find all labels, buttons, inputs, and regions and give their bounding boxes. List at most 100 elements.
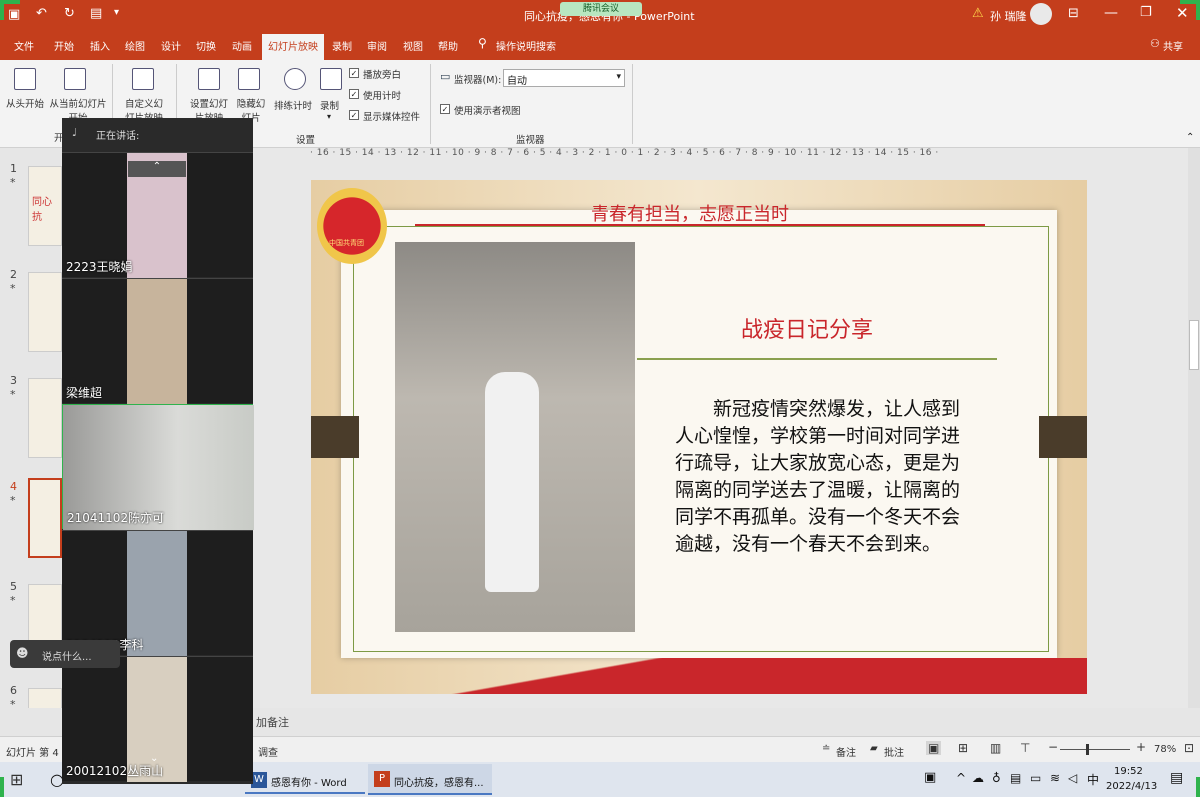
reading-view-icon[interactable]: ▥: [990, 741, 1001, 755]
qat-dropdown-icon[interactable]: ▾: [114, 7, 119, 18]
taskbar-word[interactable]: W 感恩有你 - Word: [245, 766, 365, 794]
restore-icon[interactable]: ❐: [1140, 5, 1152, 20]
fit-slide-icon[interactable]: ⊡: [1184, 741, 1194, 755]
emoji-icon[interactable]: ☻: [16, 646, 29, 660]
vertical-scrollbar[interactable]: [1188, 148, 1200, 708]
play-narration-checkbox[interactable]: ✓: [349, 68, 359, 78]
custom-show-icon[interactable]: [132, 68, 154, 90]
minimize-icon[interactable]: —: [1104, 5, 1118, 21]
taskbar-powerpoint[interactable]: P 同心抗疫，感恩有...: [368, 764, 492, 795]
tab-animations[interactable]: 动画: [232, 38, 252, 53]
monitor-select[interactable]: 自动 ▾: [503, 69, 625, 87]
hide-slide-icon[interactable]: [238, 68, 260, 90]
slide-body[interactable]: 新冠疫情突然爆发，让人感到人心惶惶，学校第一时间对同学进行疏导，让大家放宽心态，…: [675, 396, 975, 558]
slide-title[interactable]: 战疫日记分享: [741, 312, 873, 344]
meeting-tray-icon[interactable]: ▣: [924, 770, 936, 785]
rehearse-label[interactable]: 排练计时: [274, 98, 312, 112]
record-label[interactable]: 录制: [320, 98, 339, 112]
share-icon[interactable]: ⚇: [1150, 37, 1160, 50]
zoom-slider-handle[interactable]: [1086, 744, 1089, 755]
play-narration-label[interactable]: 播放旁白: [363, 67, 401, 81]
slideshow-view-icon[interactable]: ⊤: [1020, 741, 1030, 755]
comments-icon[interactable]: ▰: [870, 743, 878, 754]
scroll-up-icon[interactable]: ⌃: [128, 161, 186, 177]
tab-slideshow[interactable]: 幻灯片放映: [262, 34, 324, 60]
app-tray-icon[interactable]: ▤: [1010, 771, 1021, 785]
tab-help[interactable]: 帮助: [438, 38, 458, 53]
slide-thumb-3[interactable]: [28, 378, 62, 458]
normal-view-icon[interactable]: ▣: [926, 741, 942, 755]
participant-tile[interactable]: 梁维超: [62, 278, 253, 404]
from-beginning-label[interactable]: 从头开始: [6, 96, 44, 110]
chat-input[interactable]: ☻ 说点什么...: [10, 640, 120, 668]
tab-insert[interactable]: 插入: [90, 38, 110, 53]
tell-me-search[interactable]: 操作说明搜索: [496, 38, 556, 53]
undo-icon[interactable]: ↶: [36, 6, 47, 21]
mic-tray-icon[interactable]: ♁: [992, 771, 1001, 785]
notification-icon[interactable]: ▤: [1170, 770, 1183, 786]
slide-thumb-1[interactable]: 同心抗: [28, 166, 62, 246]
meeting-badge[interactable]: 腾讯会议: [560, 2, 642, 16]
zoom-level[interactable]: 78%: [1154, 744, 1176, 755]
windows-start-icon[interactable]: ⊞: [10, 770, 23, 789]
tab-review[interactable]: 审阅: [367, 38, 387, 53]
slide-thumb-4[interactable]: [28, 478, 62, 558]
tab-draw[interactable]: 绘图: [125, 38, 145, 53]
use-timings-checkbox[interactable]: ✓: [349, 89, 359, 99]
slide-header[interactable]: 青春有担当，志愿正当时: [591, 200, 789, 226]
participant-tile-active[interactable]: 21041102陈亦可: [62, 404, 254, 530]
close-icon[interactable]: ✕: [1176, 4, 1189, 22]
zoom-slider[interactable]: [1060, 749, 1130, 750]
media-controls-label[interactable]: 显示媒体控件: [363, 109, 420, 123]
current-slide[interactable]: 中国共青团 青春有担当，志愿正当时 战疫日记分享 新冠疫情突然爆发，让人感到人心…: [311, 180, 1087, 694]
participant-tile[interactable]: ⌄ 20012102丛雨山: [62, 656, 253, 782]
media-controls-checkbox[interactable]: ✓: [349, 110, 359, 120]
thumb-star: *: [10, 594, 16, 607]
tray-expand-icon[interactable]: ^: [956, 771, 966, 785]
user-name[interactable]: 孙 瑞隆: [990, 8, 1027, 24]
battery-icon[interactable]: ▭: [1030, 771, 1041, 785]
wifi-icon[interactable]: ≋: [1050, 771, 1060, 785]
share-border-mark: [0, 0, 20, 4]
comments-toggle[interactable]: 批注: [884, 744, 904, 759]
clock-time[interactable]: 19:52: [1114, 766, 1143, 777]
slide-thumb-2[interactable]: [28, 272, 62, 352]
tab-transitions[interactable]: 切换: [196, 38, 216, 53]
tab-file[interactable]: 文件: [14, 38, 34, 53]
collapse-ribbon-icon[interactable]: ⌃: [1186, 132, 1194, 143]
notes-toggle[interactable]: 备注: [836, 744, 856, 759]
presenter-view-checkbox[interactable]: ✓: [440, 104, 450, 114]
record-icon[interactable]: [320, 68, 342, 90]
volume-icon[interactable]: ◁: [1068, 771, 1077, 785]
play-from-current-icon[interactable]: [64, 68, 86, 90]
tab-record[interactable]: 录制: [332, 38, 352, 53]
cloud-icon[interactable]: ☁: [972, 771, 984, 785]
ribbon-display-icon[interactable]: ⊟: [1068, 6, 1079, 21]
zoom-out-icon[interactable]: −: [1048, 740, 1058, 754]
redo-icon[interactable]: ↻: [64, 6, 75, 21]
presenter-view-label[interactable]: 使用演示者视图: [454, 103, 521, 117]
notes-placeholder[interactable]: 加备注: [256, 714, 289, 730]
tab-design[interactable]: 设计: [161, 38, 181, 53]
participant-tile[interactable]: 2104113李科: [62, 530, 253, 656]
zoom-in-icon[interactable]: +: [1136, 740, 1146, 754]
setup-show-icon[interactable]: [198, 68, 220, 90]
record-dropdown-icon[interactable]: ▾: [327, 112, 331, 121]
ime-indicator[interactable]: 中: [1087, 771, 1099, 788]
use-timings-label[interactable]: 使用计时: [363, 88, 401, 102]
rehearse-timer-icon[interactable]: [284, 68, 306, 90]
tab-home[interactable]: 开始: [54, 38, 74, 53]
slideshow-qat-icon[interactable]: ▤: [90, 6, 102, 21]
scroll-thumb[interactable]: [1189, 320, 1199, 370]
thumb-number: 4: [10, 480, 17, 493]
avatar[interactable]: [1030, 3, 1052, 25]
play-from-start-icon[interactable]: [14, 68, 36, 90]
accessibility-status[interactable]: 调查: [258, 744, 278, 759]
participant-tile[interactable]: ⌃ 2223王晓娟: [62, 152, 253, 278]
share-button[interactable]: 共享: [1163, 38, 1183, 53]
slide-sorter-icon[interactable]: ⊞: [958, 741, 968, 755]
notes-toggle-icon[interactable]: ≐: [822, 743, 830, 754]
save-icon[interactable]: ▣: [8, 7, 20, 22]
tab-view[interactable]: 视图: [403, 38, 423, 53]
clock-date[interactable]: 2022/4/13: [1106, 781, 1157, 792]
